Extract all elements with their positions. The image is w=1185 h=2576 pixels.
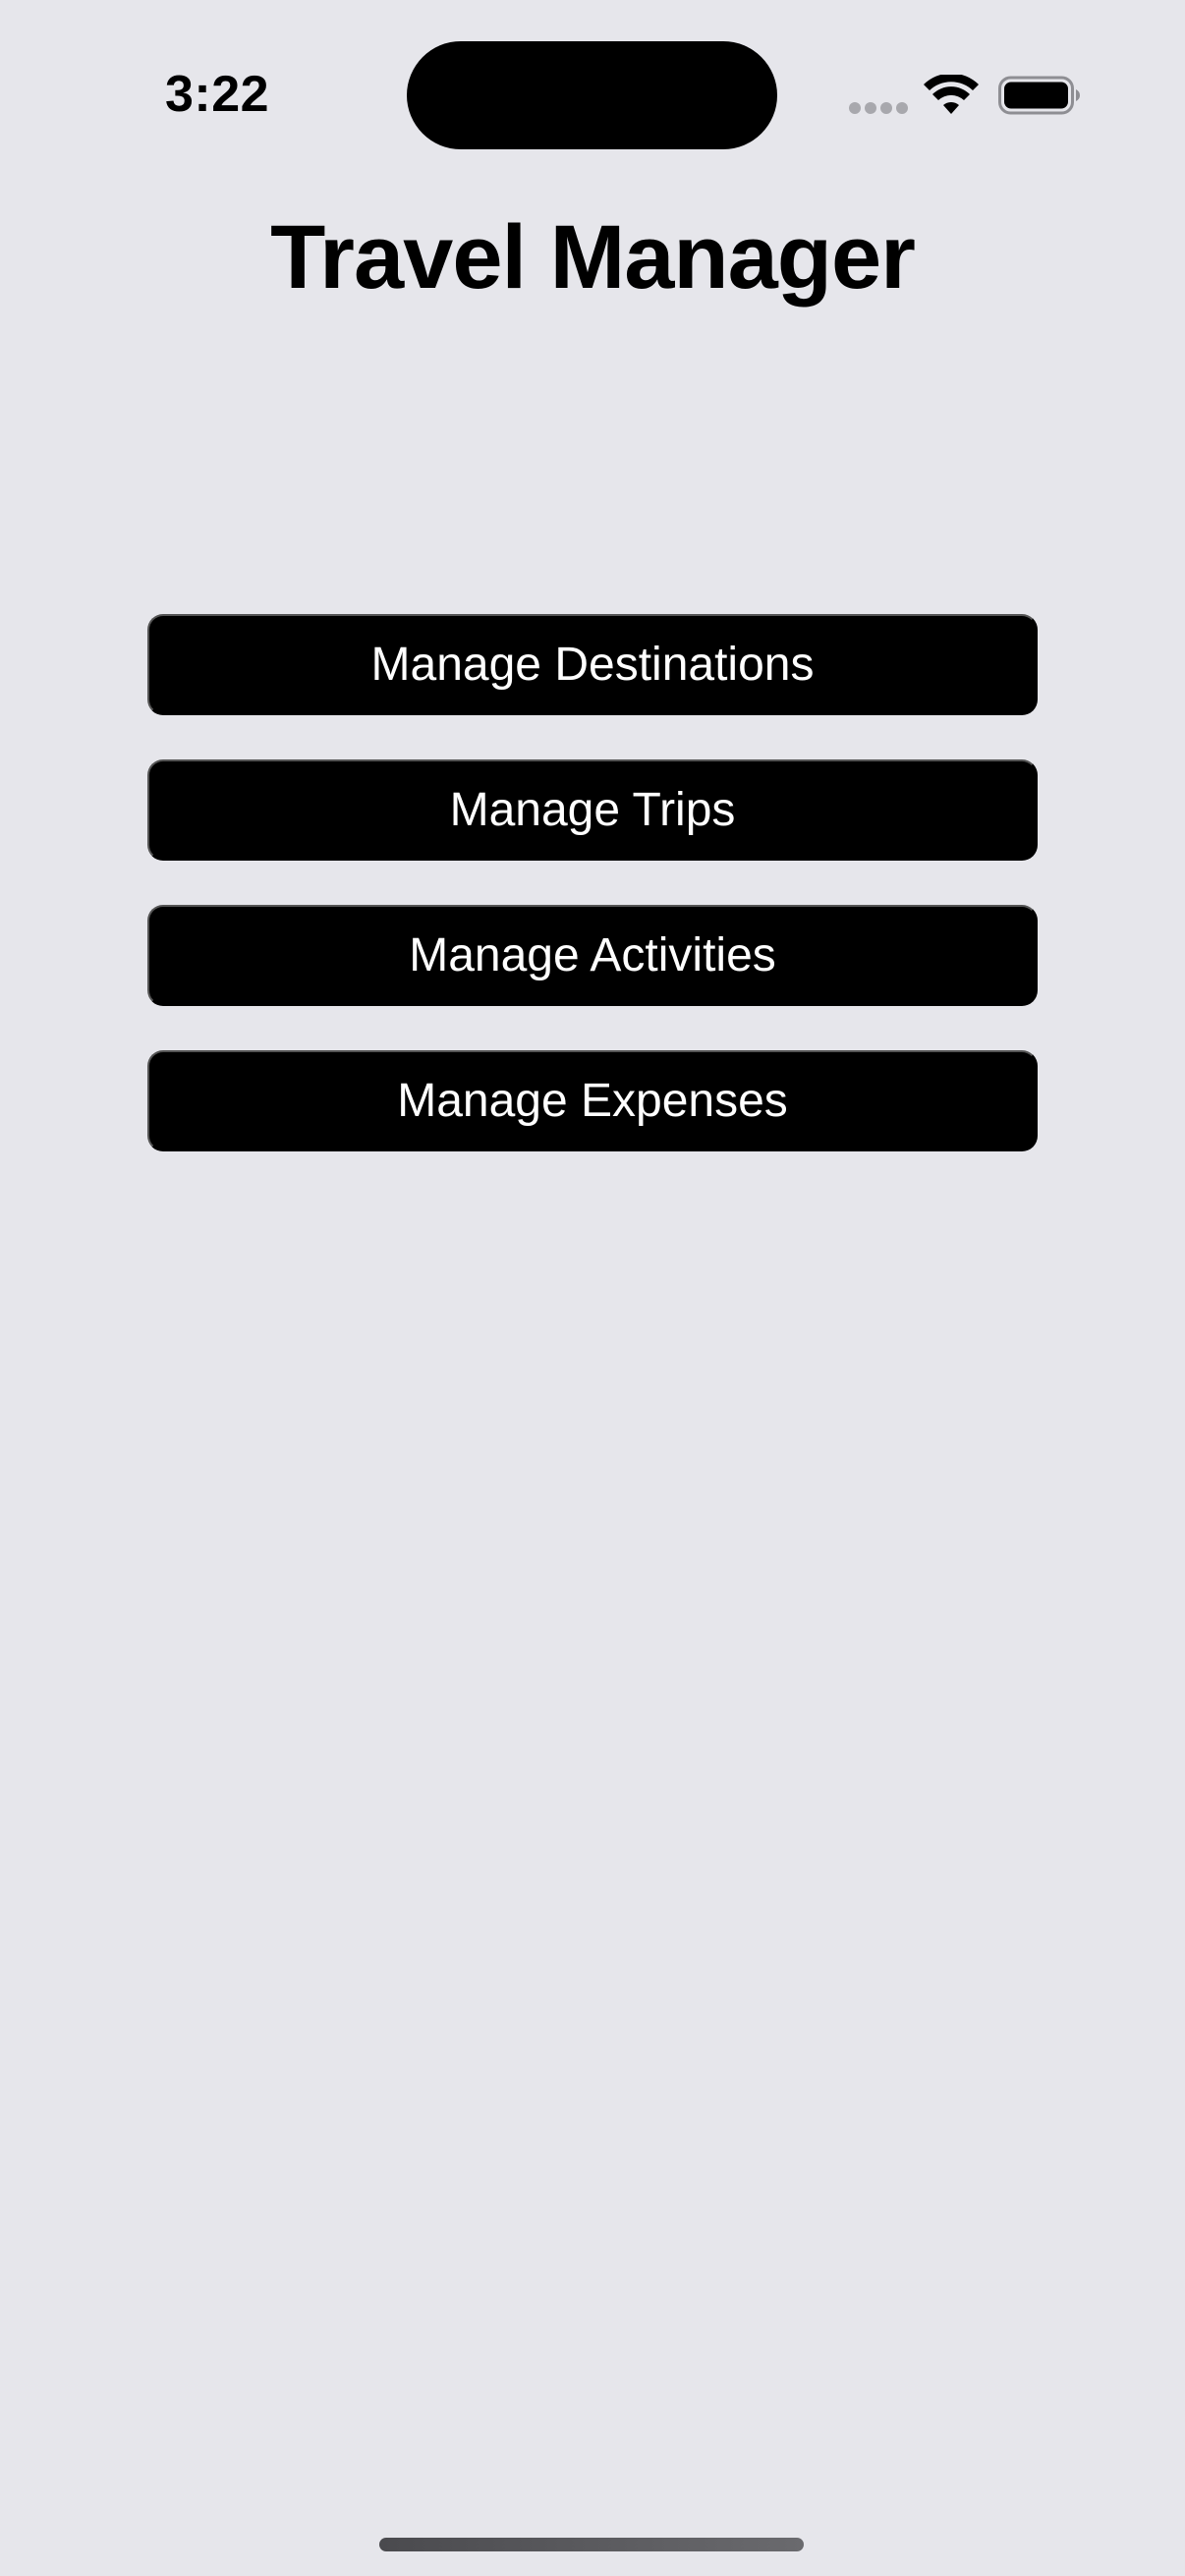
wifi-icon [924, 75, 979, 114]
cellular-signal-icon [849, 102, 910, 116]
status-bar: 3:22 [0, 0, 1185, 149]
dynamic-island [407, 41, 777, 149]
manage-activities-button[interactable]: Manage Activities [147, 905, 1038, 1006]
battery-icon [998, 76, 1080, 115]
manage-trips-button[interactable]: Manage Trips [147, 759, 1038, 861]
manage-expenses-button[interactable]: Manage Expenses [147, 1050, 1038, 1151]
home-indicator[interactable] [379, 2538, 804, 2551]
page-title: Travel Manager [270, 207, 916, 308]
status-time: 3:22 [165, 66, 270, 123]
manage-destinations-button[interactable]: Manage Destinations [147, 614, 1038, 715]
main-menu: Manage Destinations Manage Trips Manage … [147, 614, 1038, 1196]
